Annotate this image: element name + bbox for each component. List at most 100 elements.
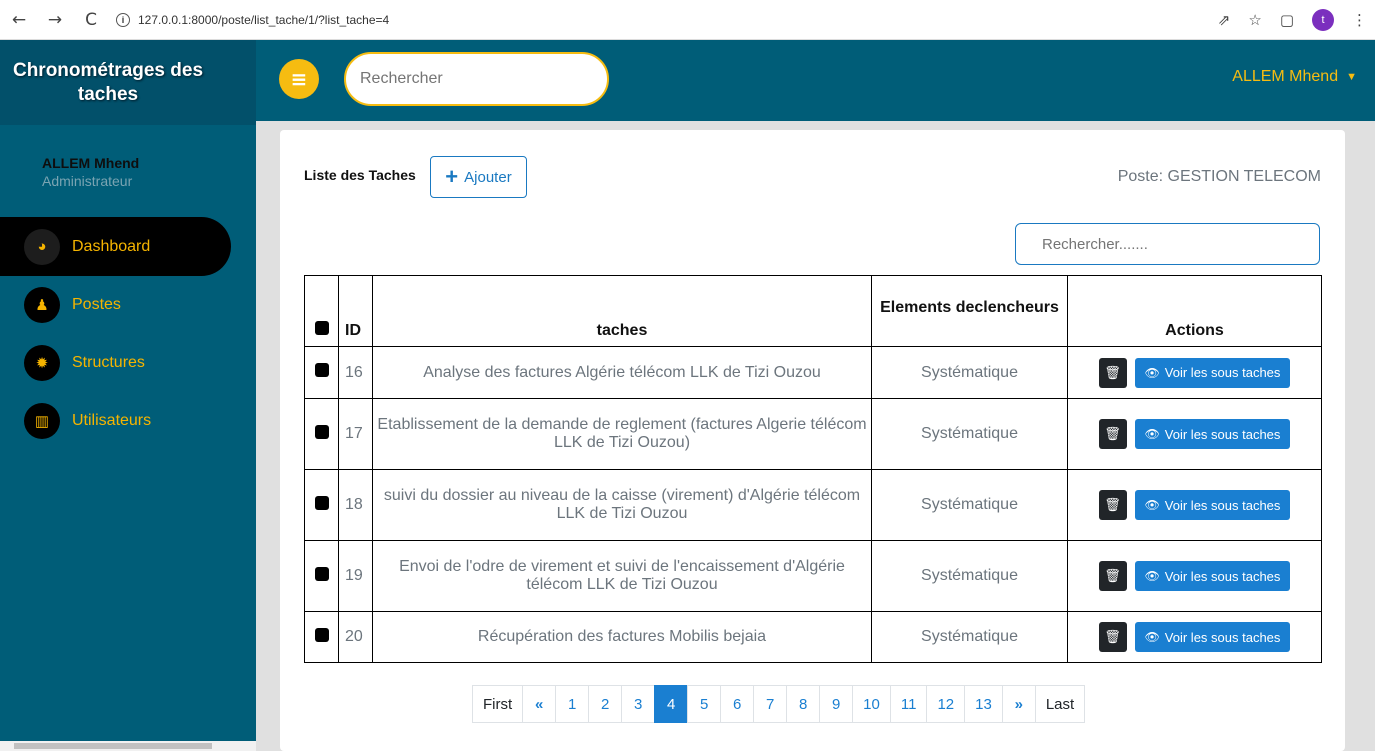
voir-sous-taches-button[interactable]: 👁 Voir les sous taches (1134, 561, 1291, 591)
table-row: 19 Envoi de l'odre de virement et suivi … (304, 540, 1322, 612)
page-link[interactable]: 3 (621, 685, 656, 723)
cell-id: 18 (338, 469, 373, 541)
voir-label: Voir les sous taches (1164, 568, 1281, 584)
tasks-card: Liste des Taches + Ajouter Poste: GESTIO… (280, 130, 1345, 751)
page-link[interactable]: 2 (588, 685, 623, 723)
table-search-input[interactable] (1015, 223, 1320, 265)
cell-tache: suivi du dossier au niveau de la caisse … (372, 469, 872, 541)
chart-bar-icon: ▥ (24, 403, 60, 439)
poste-label: Poste: GESTION TELECOM (1117, 168, 1321, 185)
trash-icon: 🗑 (1104, 568, 1121, 583)
page-link[interactable]: 5 (687, 685, 722, 723)
voir-label: Voir les sous taches (1164, 365, 1281, 380)
page-link[interactable]: 9 (819, 685, 854, 723)
delete-button[interactable]: 🗑 (1098, 419, 1127, 449)
checkbox[interactable] (314, 363, 329, 377)
row-checkbox[interactable] (304, 469, 339, 541)
site-info-icon[interactable]: i (116, 12, 130, 27)
page-link[interactable]: 1 (555, 685, 590, 723)
tasks-table: ID taches Elements declencheurs Actions … (304, 275, 1322, 663)
chevron-down-icon: ▼ (1346, 71, 1357, 83)
page-link[interactable]: 7 (753, 685, 788, 723)
page-link[interactable]: 11 (889, 685, 928, 723)
sidebar-item-label: Postes (72, 296, 121, 313)
page-first[interactable]: First (472, 685, 524, 723)
table-row: 17 Etablissement de la demande de reglem… (304, 398, 1322, 470)
table-header-row: ID taches Elements declencheurs Actions (304, 275, 1322, 347)
cell-id: 20 (338, 611, 373, 663)
row-checkbox[interactable] (304, 540, 339, 612)
sidebar-item-utilisateurs[interactable]: ▥ Utilisateurs (0, 392, 256, 450)
delete-button[interactable]: 🗑 (1098, 490, 1127, 520)
row-checkbox[interactable] (304, 611, 339, 663)
cell-id: 19 (338, 540, 373, 612)
col-header-actions: Actions (1067, 275, 1322, 347)
cell-actions: 🗑 👁 Voir les sous taches (1067, 469, 1322, 541)
profile-avatar[interactable]: t (1312, 9, 1334, 31)
add-button-label: Ajouter (464, 168, 512, 186)
cell-tache: Analyse des factures Algérie télécom LLK… (372, 346, 872, 399)
col-header-taches: taches (372, 275, 872, 347)
bookmark-star-icon[interactable]: ☆ (1248, 11, 1261, 29)
checkbox[interactable] (314, 627, 329, 642)
cell-element: Systématique (871, 398, 1068, 470)
checkbox[interactable] (314, 566, 329, 581)
reload-icon[interactable]: C (82, 10, 100, 30)
sidebar-item-postes[interactable]: ♟ Postes (0, 276, 256, 334)
trash-icon: 🗑 (1104, 364, 1121, 380)
dashboard-icon: ◕ (24, 228, 60, 265)
page-link[interactable]: 13 (964, 685, 1003, 723)
checkbox[interactable] (314, 424, 329, 439)
back-icon[interactable]: ← (10, 10, 28, 30)
cell-tache: Envoi de l'odre de virement et suivi de … (372, 540, 872, 612)
delete-button[interactable]: 🗑 (1098, 561, 1127, 591)
table-row: 20 Récupération des factures Mobilis bej… (304, 611, 1322, 663)
row-checkbox[interactable] (304, 398, 339, 470)
voir-sous-taches-button[interactable]: 👁 Voir les sous taches (1134, 419, 1291, 449)
voir-sous-taches-button[interactable]: 👁 Voir les sous taches (1134, 490, 1291, 520)
gear-icon: ✹ (24, 345, 60, 381)
hamburger-icon: ≡ (290, 67, 308, 91)
select-all-checkbox[interactable] (304, 275, 339, 347)
voir-sous-taches-button[interactable]: 👁 Voir les sous taches (1134, 622, 1291, 652)
search-input[interactable] (344, 52, 609, 106)
sidebar-item-label: Utilisateurs (72, 412, 152, 429)
col-header-id: ID (338, 275, 373, 347)
forward-icon[interactable]: → (46, 10, 64, 30)
eye-icon: 👁 (1144, 365, 1160, 380)
add-task-button[interactable]: + Ajouter (430, 156, 527, 198)
page-link[interactable]: 6 (720, 685, 755, 723)
page-link[interactable]: 8 (786, 685, 821, 723)
delete-button[interactable]: 🗑 (1098, 357, 1127, 388)
address-bar[interactable]: i 127.0.0.1:8000/poste/list_tache/1/?lis… (116, 12, 389, 27)
user-menu-name: ALLEM Mhend (1232, 68, 1339, 85)
sidebar-item-label: Dashboard (72, 237, 151, 255)
url-text[interactable]: 127.0.0.1:8000/poste/list_tache/1/?list_… (138, 13, 389, 27)
sidebar-item-dashboard[interactable]: ◕ Dashboard (0, 217, 231, 276)
user-menu[interactable]: ALLEM Mhend ▼ (1232, 68, 1357, 86)
share-icon[interactable]: ⇗ (1218, 11, 1231, 29)
voir-sous-taches-button[interactable]: 👁 Voir les sous taches (1134, 357, 1291, 388)
row-checkbox[interactable] (304, 346, 339, 399)
page-link[interactable]: 12 (926, 685, 966, 723)
sidebar-item-structures[interactable]: ✹ Structures (0, 334, 256, 392)
sidepanel-icon[interactable]: ▢ (1280, 11, 1294, 29)
scrollbar-thumb[interactable] (14, 743, 212, 749)
cell-element: Systématique (871, 346, 1068, 399)
delete-button[interactable]: 🗑 (1098, 622, 1127, 652)
checkbox[interactable] (314, 495, 329, 510)
trash-icon: 🗑 (1104, 426, 1121, 441)
browser-menu-icon[interactable]: ⋮ (1352, 11, 1367, 29)
sidebar-item-label: Structures (72, 354, 145, 371)
page-link-current[interactable]: 4 (654, 685, 689, 723)
page-last[interactable]: Last (1034, 685, 1086, 723)
menu-toggle-button[interactable]: ≡ (279, 59, 319, 99)
checkbox[interactable] (314, 321, 329, 335)
sidebar-user-name: ALLEM Mhend (42, 155, 140, 171)
page-link[interactable]: 10 (852, 685, 891, 723)
page-next[interactable]: » (1001, 685, 1036, 723)
horizontal-scrollbar[interactable] (0, 741, 256, 751)
page-prev[interactable]: « (522, 685, 557, 723)
sidebar-brand[interactable]: Chronométrages des taches (0, 40, 256, 125)
table-row: 18 suivi du dossier au niveau de la cais… (304, 469, 1322, 541)
